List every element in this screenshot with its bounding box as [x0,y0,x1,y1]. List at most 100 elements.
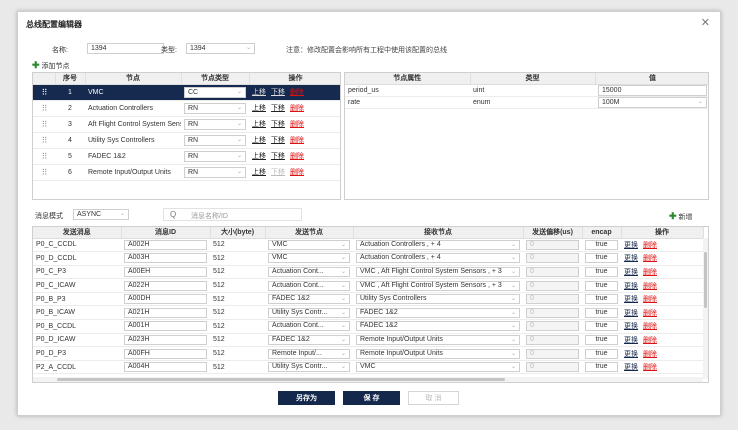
message-id-input[interactable]: A021H [124,307,207,318]
offset-input[interactable]: 0 [526,362,579,373]
message-row[interactable]: P0_B_P3 A00DH 512 FADEC 1&2 ⌄ Utility Sys Con… [33,292,703,307]
node-type-select[interactable]: RN ⌄ [184,102,246,114]
change-message-button[interactable]: 更换 [624,269,638,276]
change-message-button[interactable]: 更换 [624,337,638,344]
encap-input[interactable]: true [585,334,618,345]
offset-input[interactable]: 0 [526,348,579,359]
message-id-input[interactable]: A00EH [124,266,207,277]
node-row[interactable]: ⠿ 5 FADEC 1&2 RN ⌄ 上移 下移 删除 [33,148,340,165]
message-row[interactable]: P0_D_ICAW A023H 512 FADEC 1&2 ⌄ Remote Input/… [33,333,703,348]
drag-handle-icon[interactable]: ⠿ [33,164,55,181]
move-down-button[interactable]: 下移 [271,121,285,128]
close-icon[interactable]: ✕ [701,16,710,29]
message-id-input[interactable]: A023H [124,334,207,345]
prop-value-select[interactable]: 100M ⌄ [598,96,707,107]
name-input[interactable]: 1394 [87,43,164,54]
message-search-input[interactable]: Q 消息名称/ID [163,208,302,221]
node-row[interactable]: ⠿ 2 Actuation Controllers RN ⌄ 上移 下移 删除 [33,100,340,117]
delete-message-button[interactable]: 删除 [643,337,657,344]
type-select[interactable]: 1394 ⌄ [186,43,255,54]
sender-select[interactable]: FADEC 1&2 ⌄ [268,334,350,345]
sender-select[interactable]: Remote Input/... ⌄ [268,348,350,359]
message-mode-select[interactable]: ASYNC ⌄ [73,209,129,220]
node-type-select[interactable]: RN ⌄ [184,150,246,162]
move-up-button[interactable]: 上移 [252,169,266,176]
offset-input[interactable]: 0 [526,334,579,345]
receiver-select[interactable]: FADEC 1&2 ⌄ [356,307,520,318]
delete-message-button[interactable]: 删除 [643,310,657,317]
message-id-input[interactable]: A001H [124,321,207,332]
receiver-select[interactable]: Actuation Controllers , + 4 ⌄ [356,253,520,264]
delete-message-button[interactable]: 删除 [643,283,657,290]
receiver-select[interactable]: VMC ⌄ [356,362,520,373]
drag-handle-icon[interactable]: ⠿ [33,116,55,133]
add-node-button[interactable]: ✚ 添加节点 [32,60,70,71]
delete-node-button[interactable]: 删除 [290,105,304,112]
message-row[interactable]: P2_A_CCDL A004H 512 Utility Sys Contr... ⌄ VM… [33,360,703,375]
message-row[interactable]: P0_D_CCDL A003H 512 VMC ⌄ Actuation Controlle… [33,251,703,266]
receiver-select[interactable]: Utility Sys Controllers ⌄ [356,294,520,305]
add-message-button[interactable]: ✚ 新增 [669,211,693,222]
delete-message-button[interactable]: 删除 [643,364,657,371]
sender-select[interactable]: Actuation Cont... ⌄ [268,321,350,332]
offset-input[interactable]: 0 [526,294,579,305]
move-up-button[interactable]: 上移 [252,153,266,160]
sender-select[interactable]: Utility Sys Contr... ⌄ [268,307,350,318]
drag-handle-icon[interactable]: ⠿ [33,132,55,149]
encap-input[interactable]: true [585,294,618,305]
move-up-button[interactable]: 上移 [252,121,266,128]
node-row[interactable]: ⠿ 4 Utility Sys Controllers RN ⌄ 上移 下移 删除 [33,132,340,149]
change-message-button[interactable]: 更换 [624,323,638,330]
sender-select[interactable]: VMC ⌄ [268,253,350,264]
message-row[interactable]: P0_C_ICAW A022H 512 Actuation Cont... ⌄ VMC ,… [33,278,703,293]
encap-input[interactable]: true [585,362,618,373]
change-message-button[interactable]: 更换 [624,296,638,303]
delete-message-button[interactable]: 删除 [643,323,657,330]
delete-node-button[interactable]: 删除 [290,137,304,144]
move-down-button[interactable]: 下移 [271,105,285,112]
delete-node-button[interactable]: 删除 [290,153,304,160]
message-row[interactable]: P0_B_CCDL A001H 512 Actuation Cont... ⌄ FADEC… [33,319,703,334]
node-type-select[interactable]: RN ⌄ [184,166,246,178]
receiver-select[interactable]: Remote Input/Output Units ⌄ [356,348,520,359]
receiver-select[interactable]: Remote Input/Output Units ⌄ [356,334,520,345]
delete-message-button[interactable]: 删除 [643,351,657,358]
encap-input[interactable]: true [585,266,618,277]
move-up-button[interactable]: 上移 [252,137,266,144]
delete-message-button[interactable]: 删除 [643,296,657,303]
horizontal-scrollbar[interactable] [33,377,703,382]
move-up-button[interactable]: 上移 [252,89,266,96]
delete-message-button[interactable]: 删除 [643,255,657,262]
move-down-button[interactable]: 下移 [271,89,285,96]
change-message-button[interactable]: 更换 [624,283,638,290]
save-button[interactable]: 保 存 [343,391,400,405]
encap-input[interactable]: true [585,307,618,318]
receiver-select[interactable]: VMC , Aft Flight Control System Sensors … [356,266,520,277]
drag-handle-icon[interactable]: ⠿ [33,100,55,117]
message-row[interactable]: P0_C_P3 A00EH 512 Actuation Cont... ⌄ VMC , A… [33,265,703,280]
sender-select[interactable]: VMC ⌄ [268,239,350,250]
horizontal-scroll-thumb[interactable] [57,378,505,381]
message-id-input[interactable]: A00DH [124,294,207,305]
cancel-button[interactable]: 取 消 [408,391,459,405]
delete-node-button[interactable]: 删除 [290,121,304,128]
save-as-button[interactable]: 另存为 [278,391,335,405]
prop-value-input[interactable]: 15000 [598,84,707,95]
message-id-input[interactable]: A003H [124,253,207,264]
message-row[interactable]: P0_B_ICAW A021H 512 Utility Sys Contr... ⌄ FA… [33,305,703,321]
node-type-select[interactable]: CC ⌄ [184,86,246,98]
node-row[interactable]: ⠿ 1 VMC CC ⌄ 上移 下移 删除 [33,84,340,101]
message-id-input[interactable]: A002H [124,239,207,250]
move-up-button[interactable]: 上移 [252,105,266,112]
drag-handle-icon[interactable]: ⠿ [33,84,55,101]
encap-input[interactable]: true [585,253,618,264]
node-type-select[interactable]: RN ⌄ [184,118,246,130]
move-down-button[interactable]: 下移 [271,137,285,144]
change-message-button[interactable]: 更换 [624,242,638,249]
encap-input[interactable]: true [585,321,618,332]
sender-select[interactable]: FADEC 1&2 ⌄ [268,294,350,305]
message-id-input[interactable]: A00FH [124,348,207,359]
drag-handle-icon[interactable]: ⠿ [33,148,55,165]
receiver-select[interactable]: FADEC 1&2 ⌄ [356,321,520,332]
vertical-scrollbar[interactable] [703,238,708,379]
